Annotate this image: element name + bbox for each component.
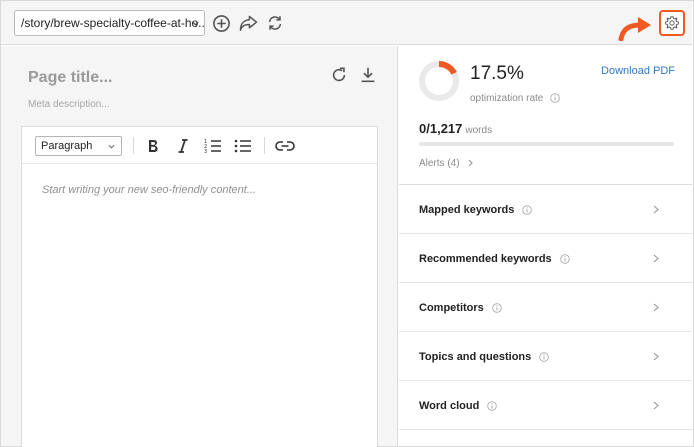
url-select[interactable]: /story/brew-specialty-coffee-at-ho... (14, 10, 205, 36)
chevron-right-icon (653, 352, 659, 361)
chevron-down-icon (108, 144, 115, 149)
content-placeholder[interactable]: Start writing your new seo-friendly cont… (42, 184, 256, 196)
optimization-rate-value: 17.5% (470, 63, 524, 84)
toolbar-divider (133, 137, 134, 154)
add-button[interactable] (210, 12, 232, 34)
bold-button[interactable] (144, 137, 162, 155)
sync-button[interactable] (264, 12, 286, 34)
svg-text:3: 3 (204, 149, 207, 154)
word-count: 0/1,217 words (419, 121, 492, 136)
top-toolbar: /story/brew-specialty-coffee-at-ho... (1, 1, 692, 45)
alerts-label: Alerts (4) (419, 158, 460, 169)
plus-circle-icon (212, 14, 230, 32)
optimization-stats: 17.5% optimization rate Download PDF 0/1… (399, 46, 692, 185)
share-button[interactable] (237, 12, 259, 34)
section-word-cloud[interactable]: Word cloud (399, 382, 692, 430)
chevron-right-icon (653, 205, 659, 214)
section-label: Competitors (419, 302, 502, 314)
chevron-down-icon (192, 21, 199, 26)
editor-toolbar: Paragraph 123 (22, 127, 377, 164)
section-topics-and-questions[interactable]: Topics and questions (399, 333, 692, 381)
chevron-right-icon (653, 303, 659, 312)
words-unit: words (465, 125, 493, 136)
optimization-donut (419, 61, 459, 101)
ordered-list-button[interactable]: 123 (203, 137, 223, 155)
section-label: Recommended keywords (419, 253, 570, 265)
editor-pane: Page title... Meta description... Paragr… (1, 46, 398, 447)
sync-icon (268, 16, 282, 30)
info-icon[interactable] (559, 254, 570, 264)
download-pdf-link[interactable]: Download PDF (601, 65, 675, 77)
page-title-input[interactable]: Page title... (28, 69, 112, 87)
ordered-list-icon: 123 (204, 139, 221, 154)
section-mapped-keywords[interactable]: Mapped keywords (399, 186, 692, 234)
section-label: Topics and questions (419, 351, 550, 363)
info-icon[interactable] (550, 93, 560, 104)
analysis-pane: 17.5% optimization rate Download PDF 0/1… (399, 46, 692, 446)
word-target-value: /1,217 (426, 121, 463, 136)
italic-button[interactable] (174, 137, 192, 155)
italic-icon (178, 139, 188, 153)
chevron-right-icon (468, 159, 474, 167)
chevron-right-icon (653, 254, 659, 263)
format-select-value: Paragraph (41, 140, 93, 152)
bullet-list-button[interactable] (233, 137, 253, 155)
chevron-right-icon (653, 401, 659, 410)
bullet-list-icon (234, 139, 251, 153)
optimization-rate-text: optimization rate (470, 93, 544, 104)
format-select[interactable]: Paragraph (35, 136, 122, 156)
bold-icon (149, 140, 158, 152)
meta-description-input[interactable]: Meta description... (28, 99, 110, 110)
info-icon[interactable] (492, 303, 502, 313)
optimization-rate-label: optimization rate (470, 93, 560, 104)
content-editor: Paragraph 123 Start writing your new seo… (21, 126, 378, 447)
link-icon (275, 141, 295, 151)
gear-icon (665, 16, 679, 30)
callout-arrow-icon (618, 17, 651, 41)
url-select-value: /story/brew-specialty-coffee-at-ho... (21, 16, 205, 30)
info-icon[interactable] (487, 401, 498, 411)
section-label: Word cloud (419, 400, 498, 412)
info-icon[interactable] (522, 205, 533, 215)
section-competitors[interactable]: Competitors (399, 284, 692, 332)
info-icon[interactable] (539, 352, 550, 362)
alerts-link[interactable]: Alerts (4) (419, 158, 474, 169)
word-progress-bar (419, 142, 674, 146)
share-arrow-icon (239, 15, 257, 31)
section-label: Mapped keywords (419, 204, 533, 216)
toolbar-divider (264, 137, 265, 154)
download-icon[interactable] (359, 66, 377, 84)
section-recommended-keywords[interactable]: Recommended keywords (399, 235, 692, 283)
settings-button[interactable] (659, 10, 685, 36)
link-button[interactable] (274, 137, 296, 155)
refresh-icon[interactable] (330, 66, 348, 84)
